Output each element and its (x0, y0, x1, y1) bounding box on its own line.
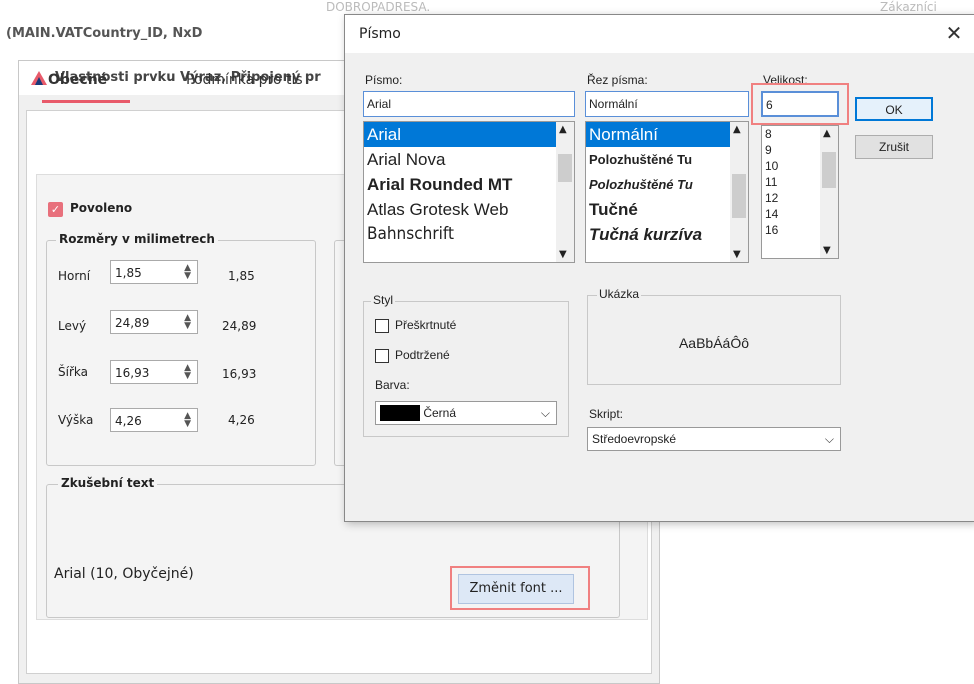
app-logo-icon (31, 71, 47, 85)
dimension-label-width: Šířka (58, 365, 88, 379)
style-list-item[interactable]: Polozhuštěné Tu (586, 147, 748, 172)
tab-print-condition[interactable]: Podmínka pro tis (186, 72, 303, 88)
scroll-up-icon[interactable]: ▲ (823, 128, 831, 139)
close-icon[interactable]: ✕ (941, 19, 967, 47)
test-text-group-title: Zkušební text (58, 476, 158, 490)
underline-checkbox[interactable] (375, 349, 389, 363)
script-select[interactable]: Středoevropské ⌵ (587, 427, 841, 451)
width-value: 16,93 (115, 366, 150, 380)
style-input[interactable]: Normální (585, 91, 749, 117)
scroll-down-icon[interactable]: ▼ (733, 249, 741, 260)
font-label: Písmo: (365, 73, 403, 87)
spin-arrows-icon[interactable]: ▲ ▼ (184, 264, 191, 281)
background-top-right-text: Zákazníci (880, 0, 937, 14)
scroll-down-icon[interactable]: ▼ (559, 249, 567, 260)
color-label: Barva: (375, 378, 410, 392)
change-font-highlight (450, 566, 590, 610)
spin-arrows-icon[interactable]: ▲ ▼ (184, 412, 191, 429)
strikeout-label: Přeškrtnuté (395, 318, 457, 332)
scroll-thumb[interactable] (822, 152, 836, 188)
size-input-highlight (751, 83, 849, 125)
enabled-label: Povoleno (70, 201, 133, 215)
scroll-down-icon[interactable]: ▼ (823, 245, 831, 256)
style-list-item[interactable]: Tučná kurzíva (586, 222, 748, 247)
cancel-button[interactable]: Zrušit (855, 135, 933, 159)
color-select[interactable]: Černá ⌵ (375, 401, 557, 425)
height-value: 4,26 (115, 414, 142, 428)
font-list-scrollbar[interactable]: ▲ ▼ (556, 122, 574, 262)
left-value: 24,89 (115, 316, 150, 330)
font-list-item[interactable]: Arial Nova (364, 147, 574, 172)
chevron-down-icon: ⌵ (824, 432, 834, 446)
style-list-scrollbar[interactable]: ▲ ▼ (730, 122, 748, 262)
color-value: Černá (423, 406, 457, 420)
height-display: 4,26 (228, 413, 255, 427)
font-input[interactable]: Arial (363, 91, 575, 117)
scroll-up-icon[interactable]: ▲ (733, 124, 741, 135)
left-display: 24,89 (222, 319, 257, 333)
font-dialog-titlebar: Písmo ✕ (345, 15, 974, 53)
font-list-item[interactable]: Atlas Grotesk Web (364, 197, 574, 222)
style-label: Řez písma: (587, 73, 648, 87)
font-list-item[interactable]: Bahnschrift (364, 222, 574, 247)
dimension-label-height: Výška (58, 413, 94, 427)
top-spinbox[interactable]: 1,85 ▲ ▼ (110, 260, 198, 284)
sample-group-title: Ukázka (597, 287, 642, 301)
scroll-thumb[interactable] (558, 154, 572, 182)
dimension-label-left: Levý (58, 319, 87, 333)
scroll-thumb[interactable] (732, 174, 746, 218)
scroll-up-icon[interactable]: ▲ (559, 124, 567, 135)
ok-button[interactable]: OK (855, 97, 933, 121)
style-list-item[interactable]: Polozhuštěné Tu (586, 172, 748, 197)
underline-label: Podtržené (395, 348, 450, 362)
color-swatch (380, 404, 420, 421)
enabled-checkbox[interactable]: ✓ (48, 202, 63, 217)
top-value: 1,85 (115, 266, 142, 280)
style-list-item[interactable]: Tučné (586, 197, 748, 222)
left-spinbox[interactable]: 24,89 ▲ ▼ (110, 310, 198, 334)
dimension-label-top: Horní (58, 269, 91, 283)
tab-obecne[interactable]: Obecné (48, 72, 107, 88)
dimensions-group-title: Rozměry v milimetrech (56, 232, 218, 246)
active-tab-indicator (42, 100, 130, 103)
strikeout-checkbox[interactable] (375, 319, 389, 333)
height-spinbox[interactable]: 4,26 ▲ ▼ (110, 408, 198, 432)
top-display: 1,85 (228, 269, 255, 283)
background-top-text: DOBROPADRESA. (326, 0, 431, 14)
width-spinbox[interactable]: 16,93 ▲ ▼ (110, 360, 198, 384)
font-dialog: Písmo ✕ Písmo: Arial Arial Arial Nova Ar… (344, 14, 974, 522)
font-dialog-title: Písmo (359, 26, 401, 42)
font-list[interactable]: Arial Arial Nova Arial Rounded MT Atlas … (363, 121, 575, 263)
size-list[interactable]: 8 9 10 11 12 14 16 ▲ ▼ (761, 125, 839, 259)
width-display: 16,93 (222, 367, 257, 381)
spin-arrows-icon[interactable]: ▲ ▼ (184, 314, 191, 331)
size-list-scrollbar[interactable]: ▲ ▼ (820, 126, 838, 258)
script-value: Středoevropské (592, 432, 677, 446)
style-list[interactable]: Normální Polozhuštěné Tu Polozhuštěné Tu… (585, 121, 749, 263)
font-list-item[interactable]: Arial (364, 122, 574, 147)
style-list-item[interactable]: Normální (586, 122, 748, 147)
background-formula-text: (MAIN.VATCountry_ID, NxD (6, 26, 203, 41)
font-list-item[interactable]: Arial Rounded MT (364, 172, 574, 197)
test-text-preview: Arial (10, Obyčejné) (54, 566, 194, 582)
spin-arrows-icon[interactable]: ▲ ▼ (184, 364, 191, 381)
effects-group-title: Styl (371, 293, 396, 307)
sample-text: AaBbÁáÔô (678, 335, 750, 351)
chevron-down-icon: ⌵ (540, 406, 550, 420)
script-label: Skript: (589, 407, 624, 421)
